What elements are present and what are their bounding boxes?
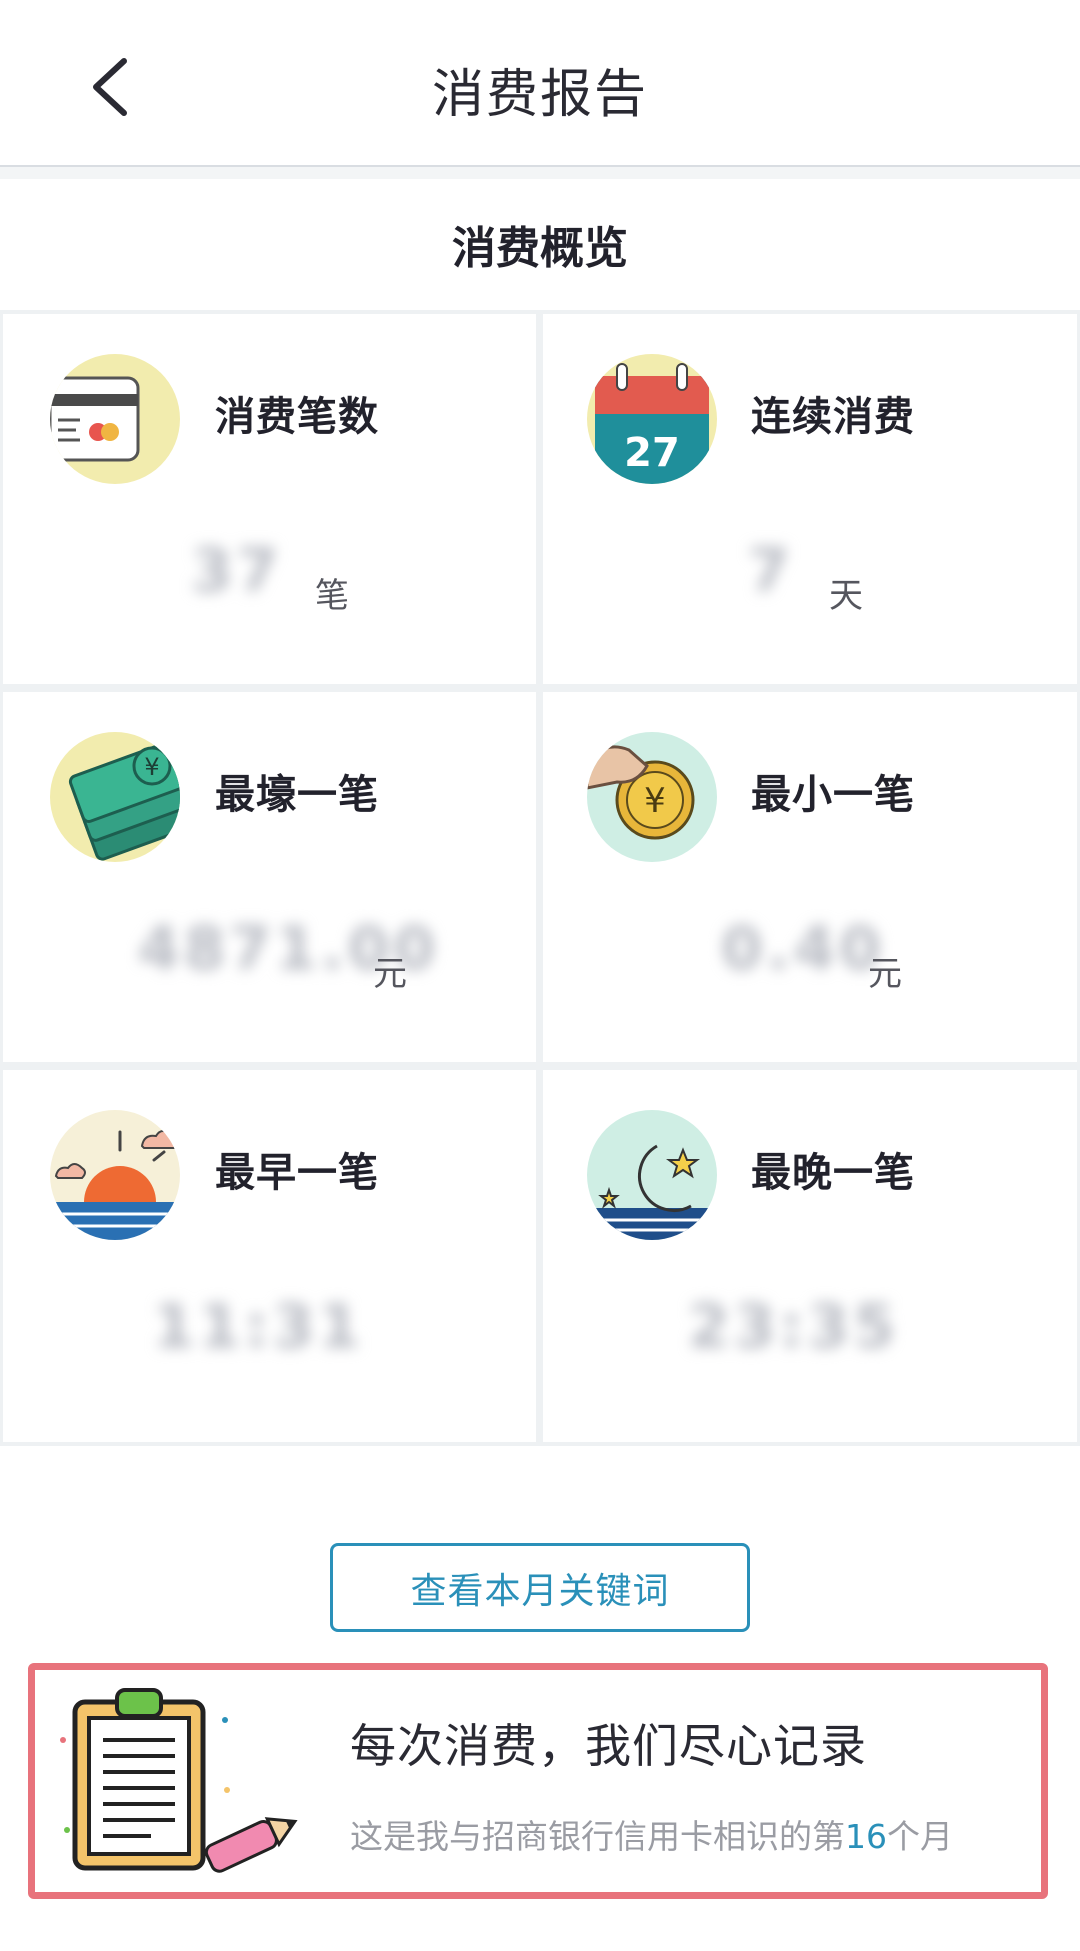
card-value: 37 (191, 536, 283, 606)
card-earliest-transaction: 最早一笔 11:31 (3, 1070, 536, 1442)
card-consecutive-days: 27 连续消费 7 天 (543, 314, 1077, 684)
card-label: 最早一笔 (215, 1150, 379, 1196)
card-smallest-transaction: ¥ 最小一笔 0.40 元 (543, 692, 1077, 1062)
banner-subtitle-prefix: 这是我与招商银行信用卡相识的第 (350, 1817, 845, 1856)
card-label: 最小一笔 (751, 772, 915, 818)
card-unit: 笔 (315, 576, 349, 616)
page-title: 消费报告 (431, 65, 648, 125)
divider (0, 167, 1080, 179)
money-stack-icon: ¥ (50, 732, 180, 862)
overview-grid: 消费笔数 37 笔 27 连续消费 7 天 ¥ 最壕一笔 4871.00 元 ¥… (0, 310, 1080, 1446)
card-value: 23:35 (688, 1292, 899, 1362)
svg-text:¥: ¥ (644, 781, 666, 821)
top-bar: 消费报告 (0, 0, 1080, 167)
clipboard-icon (55, 1680, 345, 1890)
banner-subtitle: 这是我与招商银行信用卡相识的第16个月 (350, 1810, 953, 1858)
card-label: 最壕一笔 (215, 772, 379, 818)
credit-card-icon (50, 354, 180, 484)
svg-text:¥: ¥ (144, 753, 159, 781)
card-latest-transaction: 最晚一笔 23:35 (543, 1070, 1077, 1442)
banner-title: 每次消费，我们尽心记录 (350, 1719, 867, 1773)
card-transaction-count: 消费笔数 37 笔 (3, 314, 536, 684)
months-count: 16 (845, 1817, 887, 1856)
calendar-day: 27 (624, 430, 680, 476)
card-value: 0.40 (721, 914, 886, 984)
card-unit: 元 (373, 954, 407, 994)
record-banner[interactable]: 每次消费，我们尽心记录 这是我与招商银行信用卡相识的第16个月 (28, 1663, 1048, 1899)
sunrise-icon (50, 1110, 180, 1240)
card-label: 连续消费 (751, 394, 915, 440)
moon-icon (587, 1110, 717, 1240)
card-unit: 天 (829, 576, 863, 616)
coin-icon: ¥ (587, 732, 717, 862)
card-label: 最晚一笔 (751, 1150, 915, 1196)
banner-subtitle-suffix: 个月 (887, 1817, 953, 1856)
card-unit: 元 (868, 954, 902, 994)
section-title: 消费概览 (452, 223, 628, 274)
card-value: 11:31 (153, 1292, 364, 1362)
card-value: 7 (748, 536, 794, 606)
card-largest-transaction: ¥ 最壕一笔 4871.00 元 (3, 692, 536, 1062)
card-label: 消费笔数 (215, 394, 379, 440)
view-keywords-button[interactable]: 查看本月关键词 (330, 1543, 750, 1632)
calendar-icon: 27 (587, 354, 717, 484)
